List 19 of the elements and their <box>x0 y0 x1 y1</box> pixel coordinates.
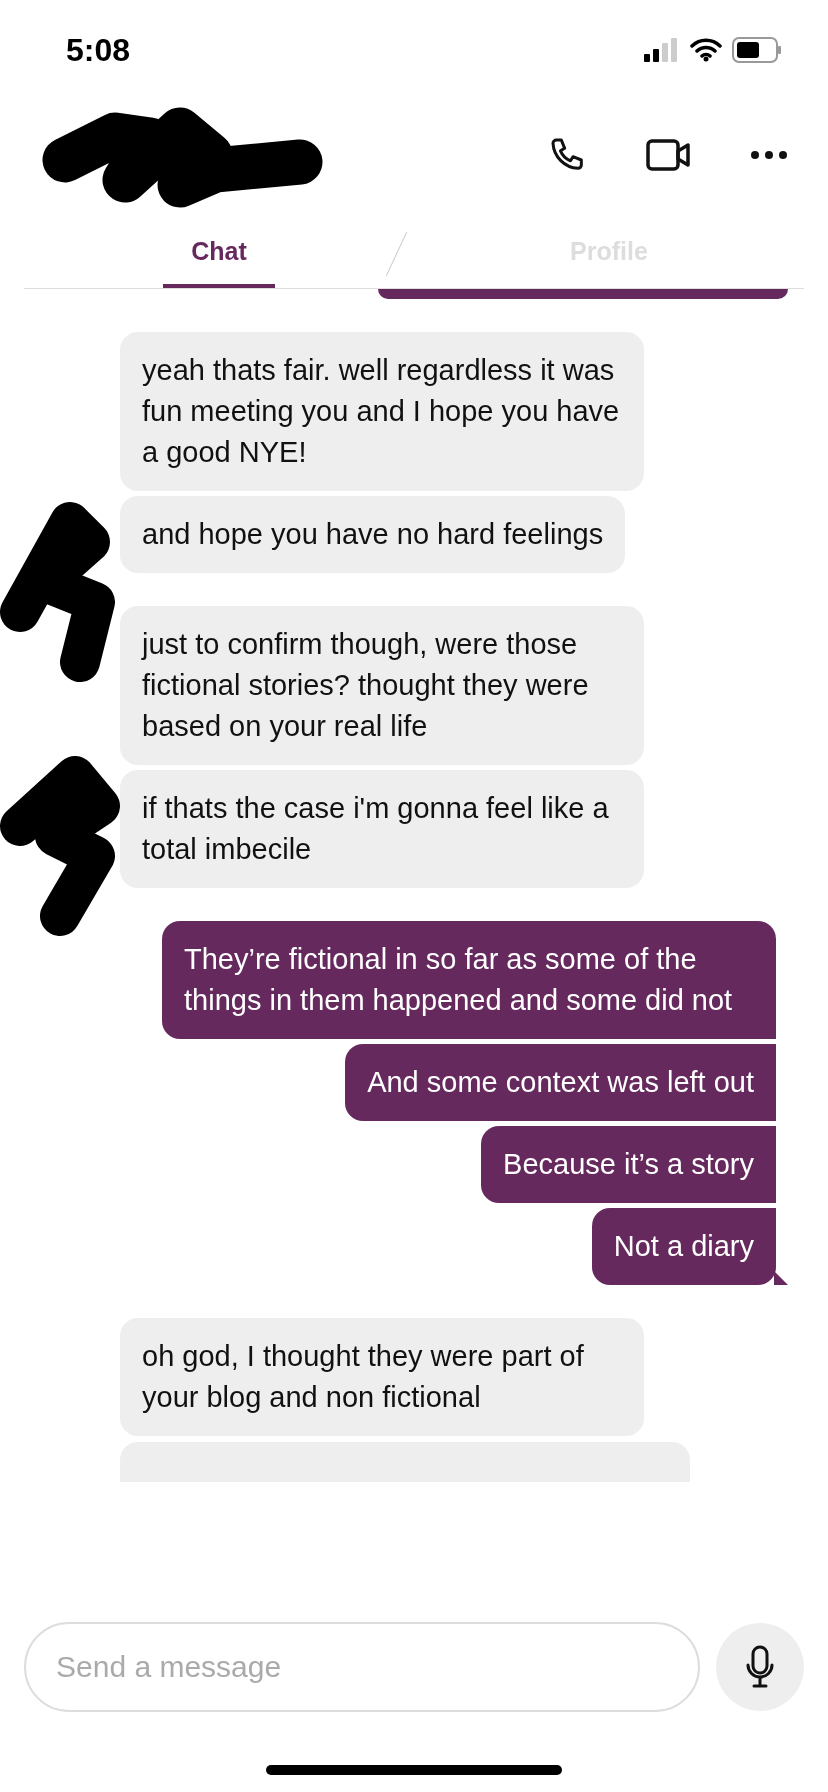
battery-icon <box>732 37 782 63</box>
message-bubble: yeah thats fair. well regardless it was fun meeting you and I hope you have a good NYE! <box>120 332 644 491</box>
message-bubble: and hope you have no hard feelings <box>120 496 626 573</box>
video-call-icon[interactable] <box>646 138 692 172</box>
signal-icon <box>644 38 680 62</box>
message-bubble: Not a diary <box>591 1208 776 1285</box>
message-bubble: oh god, I thought they were part of your blog and non fictional <box>120 1318 644 1436</box>
microphone-icon <box>745 1645 775 1689</box>
wifi-icon <box>690 38 722 62</box>
message-bubble: if thats the case i'm gonna feel like a total imbecile <box>120 770 644 888</box>
message-bubble: They’re fictional in so far as some of the things in them happened and some did not <box>162 921 776 1039</box>
tab[interactable]: Chat <box>24 210 414 288</box>
bubble-tail <box>774 1271 788 1285</box>
message-field[interactable]: Send a message <box>24 1622 700 1712</box>
message-bubble: just to confirm though, were those fictional stories? thought they were based on your real life <box>120 606 644 765</box>
status-time: 5:08 <box>66 31 131 69</box>
message-bubble: And some context was left out <box>345 1044 776 1121</box>
more-icon[interactable] <box>750 150 788 160</box>
message-bubble: Because it’s a story <box>481 1126 776 1203</box>
